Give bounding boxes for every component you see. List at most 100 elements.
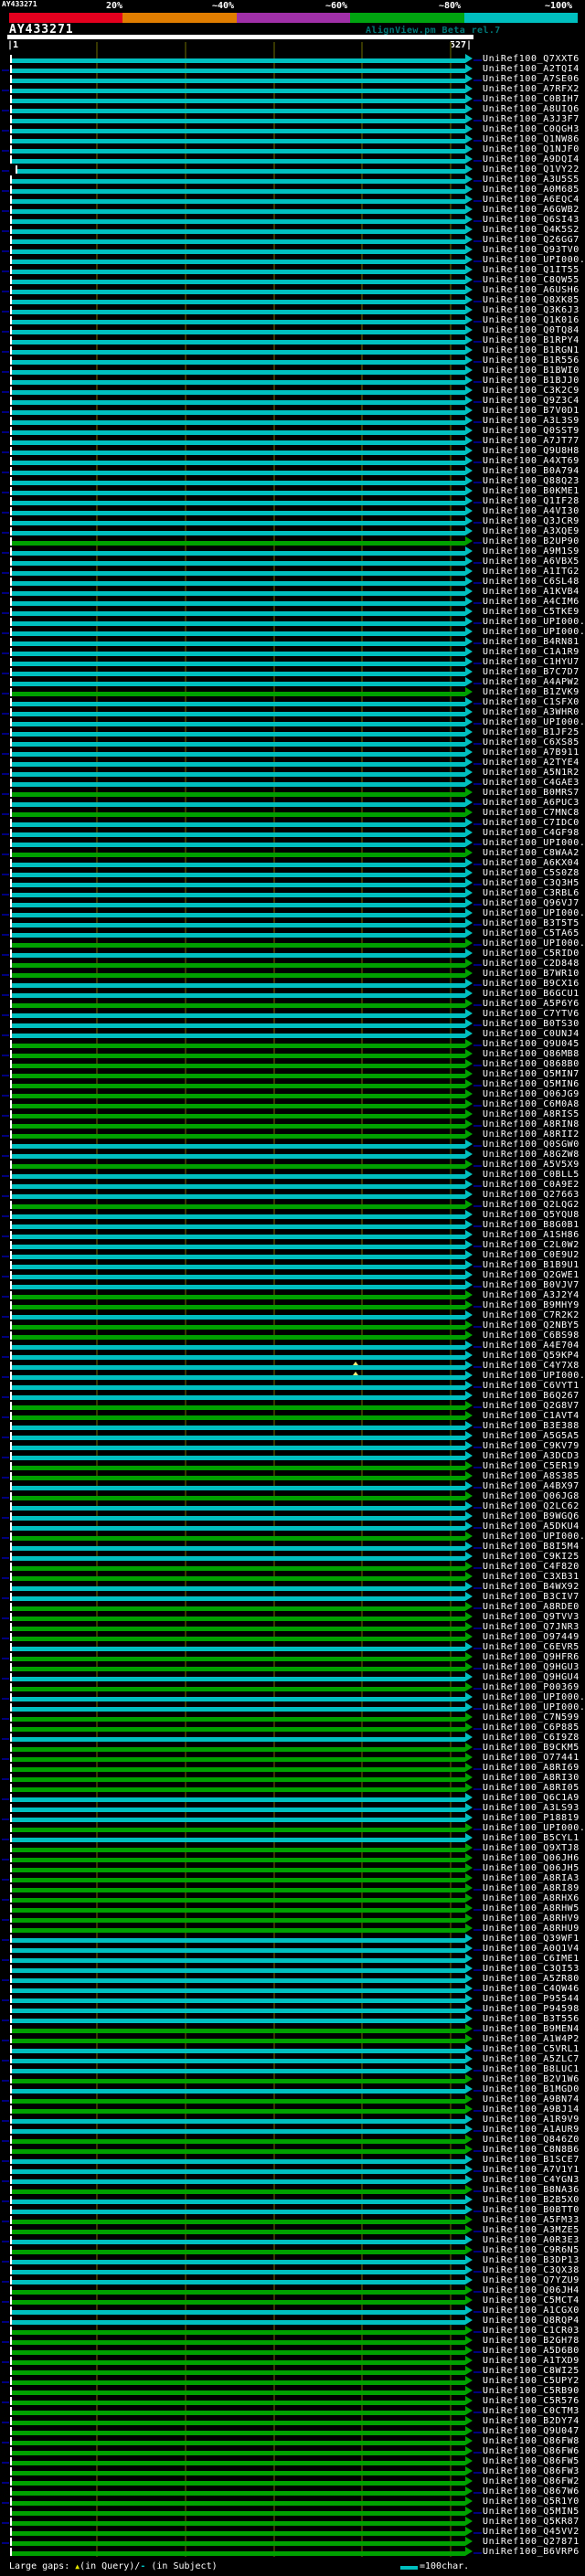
hit-label[interactable]: UniRef100_A3J2Y4 [483,1291,580,1300]
hit-bar[interactable] [12,380,465,385]
hit-bar[interactable] [12,1315,465,1320]
hit-bar[interactable] [12,1064,465,1068]
hit-label[interactable]: UniRef100_Q86FW3 [483,2467,580,2476]
hit-label[interactable]: UniRef100_B0VJV7 [483,1281,580,1290]
hit-bar[interactable] [12,541,465,546]
hit-label[interactable]: UniRef100_C0A9E2 [483,1181,580,1190]
hit-bar[interactable] [12,1888,465,1892]
hit-label[interactable]: UniRef100_A6KX04 [483,859,580,868]
hit-bar[interactable] [12,1667,465,1671]
hit-label[interactable]: UniRef100_A6PUC3 [483,799,580,808]
hit-label[interactable]: UniRef100_A9DQI4 [483,155,580,164]
hit-label[interactable]: UniRef100_Q1IF28 [483,497,580,506]
hit-label[interactable]: UniRef100_Q0TQ84 [483,326,580,335]
hit-bar[interactable] [12,2350,465,2355]
hit-label[interactable]: UniRef100_A8UIQ6 [483,105,580,114]
hit-label[interactable]: UniRef100_UPI000.. [483,1703,585,1712]
hit-label[interactable]: UniRef100_C8WI25 [483,2367,580,2376]
hit-bar[interactable] [12,1174,465,1179]
hit-label[interactable]: UniRef100_P95544 [483,1995,580,2004]
hit-label[interactable]: UniRef100_Q7YZU9 [483,2276,580,2285]
hit-bar[interactable] [12,1496,465,1500]
hit-bar[interactable] [12,822,465,827]
hit-bar[interactable] [12,1938,465,1943]
hit-bar[interactable] [12,1998,465,2003]
hit-bar[interactable] [12,1415,465,1420]
hit-label[interactable]: UniRef100_C7YTV6 [483,1010,580,1019]
hit-label[interactable]: UniRef100_A4E704 [483,1341,580,1351]
hit-bar[interactable] [12,1556,465,1561]
hit-label[interactable]: UniRef100_Q7JNR3 [483,1623,580,1632]
hit-bar[interactable] [12,69,465,73]
hit-label[interactable]: UniRef100_Q5KR87 [483,2518,580,2527]
hit-label[interactable]: UniRef100_Q06JG9 [483,1090,580,1099]
hit-label[interactable]: UniRef100_Q1NW86 [483,135,580,144]
hit-bar[interactable] [12,1697,465,1701]
hit-bar[interactable] [12,1596,465,1601]
hit-bar[interactable] [12,1204,465,1209]
hit-bar[interactable] [12,1074,465,1078]
hit-bar[interactable] [12,2521,465,2526]
hit-label[interactable]: UniRef100_B8G0B1 [483,1221,580,1230]
hit-label[interactable]: UniRef100_Q96VJ7 [483,899,580,908]
hit-bar[interactable] [12,1275,465,1279]
hit-bar[interactable] [12,1958,465,1963]
hit-label[interactable]: UniRef100_C3RBL6 [483,889,580,898]
hit-bar[interactable] [12,1355,465,1360]
hit-label[interactable]: UniRef100_B1B9U1 [483,1261,580,1270]
hit-label[interactable]: UniRef100_Q86FW2 [483,2477,580,2486]
hit-bar[interactable] [12,2541,465,2546]
hit-label[interactable]: UniRef100_B1R556 [483,356,580,366]
hit-label[interactable]: UniRef100_A8RI69 [483,1764,580,1773]
hit-bar[interactable] [12,2451,465,2455]
hit-label[interactable]: UniRef100_C1SFX0 [483,698,580,707]
hit-bar[interactable] [12,2481,465,2486]
hit-label[interactable]: UniRef100_C5ER19 [483,1462,580,1471]
hit-label[interactable]: UniRef100_Q39WF1 [483,1935,580,1944]
hit-label[interactable]: UniRef100_A6USH6 [483,286,580,295]
hit-label[interactable]: UniRef100_C0QGH3 [483,125,580,134]
hit-label[interactable]: UniRef100_Q2G8V7 [483,1402,580,1411]
hit-bar[interactable] [12,119,465,123]
hit-bar[interactable] [12,1576,465,1581]
hit-bar[interactable] [12,2401,465,2405]
hit-bar[interactable] [12,2330,465,2335]
hit-label[interactable]: UniRef100_Q846Z0 [483,2136,580,2145]
hit-label[interactable]: UniRef100_B6GCU1 [483,990,580,999]
hit-label[interactable]: UniRef100_C0E9U2 [483,1251,580,1260]
hit-bar[interactable] [12,802,465,807]
hit-bar[interactable] [12,1003,465,1008]
hit-bar[interactable] [12,1345,465,1350]
hit-label[interactable]: UniRef100_P00369 [483,1683,580,1692]
hit-bar[interactable] [12,2240,465,2244]
hit-label[interactable]: UniRef100_A6GWB2 [483,206,580,215]
hit-bar[interactable] [12,2390,465,2395]
hit-label[interactable]: UniRef100_B6VRP6 [483,2548,580,2557]
hit-label[interactable]: UniRef100_P94598 [483,2005,580,2014]
hit-label[interactable]: UniRef100_C2L0W2 [483,1241,580,1250]
hit-label[interactable]: UniRef100_A8RDE0 [483,1603,580,1612]
hit-label[interactable]: UniRef100_B9CX16 [483,980,580,989]
hit-label[interactable]: UniRef100_C8QW55 [483,276,580,285]
hit-bar[interactable] [12,983,465,988]
hit-label[interactable]: UniRef100_C9KV79 [483,1442,580,1451]
hit-label[interactable]: UniRef100_UPI000.. [483,1372,585,1381]
hit-bar[interactable] [12,832,465,837]
hit-bar[interactable] [12,1154,465,1159]
hit-label[interactable]: UniRef100_A5N1R2 [483,769,580,778]
hit-label[interactable]: UniRef100_A4XT69 [483,457,580,466]
hit-bar[interactable] [12,1385,465,1390]
hit-label[interactable]: UniRef100_C9KI25 [483,1553,580,1562]
hit-label[interactable]: UniRef100_C2D848 [483,959,580,969]
hit-bar[interactable] [12,943,465,948]
hit-bar[interactable] [12,1184,465,1189]
hit-label[interactable]: UniRef100_B2B5X0 [483,2196,580,2205]
hit-bar[interactable] [12,1687,465,1691]
hit-label[interactable]: UniRef100_A3MZE5 [483,2226,580,2235]
hit-label[interactable]: UniRef100_A5V5X9 [483,1161,580,1170]
hit-bar[interactable] [12,199,465,204]
hit-label[interactable]: UniRef100_A4BX97 [483,1482,580,1491]
hit-label[interactable]: UniRef100_Q3K6J3 [483,306,580,315]
hit-bar[interactable] [12,2039,465,2043]
hit-bar[interactable] [12,1777,465,1782]
